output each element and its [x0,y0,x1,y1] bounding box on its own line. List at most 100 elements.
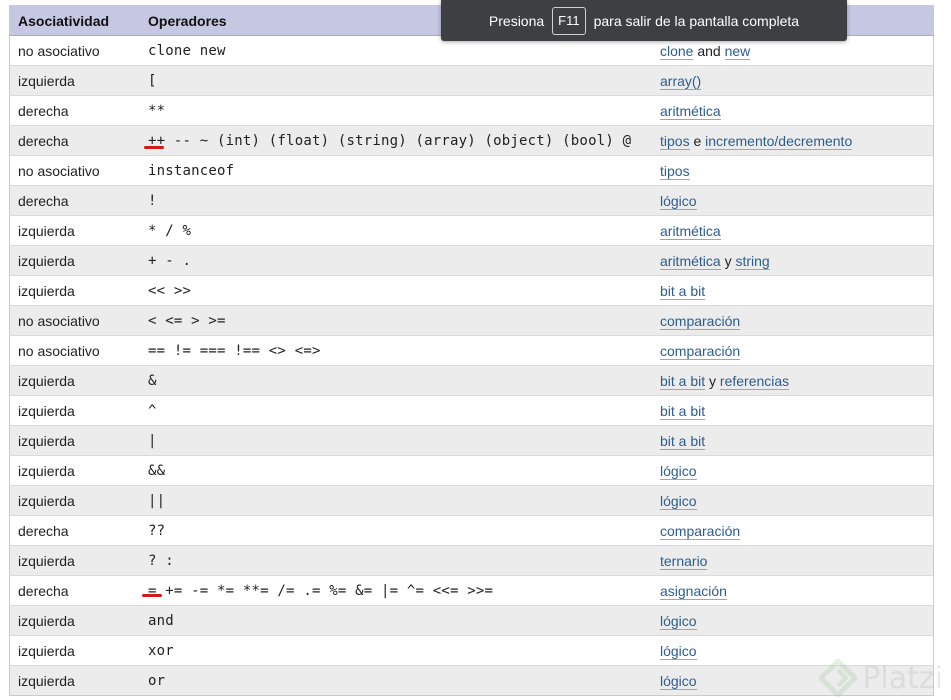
operators-cell: ?? [140,515,652,546]
platzi-logo-icon [818,658,858,698]
additional-info-cell: tipos [652,155,934,186]
associativity-cell: izquierda [9,635,140,666]
doc-link[interactable]: comparación [660,312,741,330]
table-row: izquierda[array() [9,65,934,96]
fullscreen-exit-banner: Presiona F11 para salir de la pantalla c… [441,0,847,41]
table-row: izquierda xor lógico [9,635,934,666]
doc-link[interactable]: aritmética [660,102,721,120]
page: Asociatividad Operadores Información adi… [0,0,951,700]
header-associativity: Asociatividad [9,5,140,36]
additional-info-cell: bit a bit [652,395,934,426]
doc-link[interactable]: lógico [660,462,697,480]
additional-info-cell: bit a bit y referencias [652,365,934,396]
table-row: derecha! lógico [9,185,934,216]
doc-link[interactable]: bit a bit [660,282,706,300]
associativity-cell: derecha [9,575,140,606]
table-row: derecha ++ -- ~ (int) (float) (string) (a… [9,125,934,156]
additional-info-cell: aritmética [652,95,934,126]
table-row: izquierda << >> bit a bit [9,275,934,306]
associativity-cell: izquierda [9,665,140,696]
associativity-cell: izquierda [9,425,140,456]
doc-link[interactable]: comparación [660,342,741,360]
additional-info-cell: lógico [652,605,934,636]
banner-prefix: Presiona [488,12,545,29]
operators-cell: instanceof [140,155,652,186]
doc-link[interactable]: asignación [660,582,727,600]
doc-link[interactable]: string [735,252,770,270]
additional-info-cell: bit a bit [652,425,934,456]
associativity-cell: izquierda [9,245,140,276]
annotation-underline-increment [144,146,164,149]
table-row: izquierda? : ternario [9,545,934,576]
doc-link[interactable]: bit a bit [660,432,706,450]
table-row: izquierda || lógico [9,485,934,516]
annotation-underline-assignment [142,594,162,597]
doc-link[interactable]: incremento/decremento [705,132,853,150]
f11-key-badge: F11 [552,6,586,35]
doc-link[interactable]: referencias [719,372,790,390]
operators-cell: and [140,605,652,636]
info-separator: y [720,252,736,269]
doc-link[interactable]: comparación [660,522,741,540]
operators-cell: ! [140,185,652,216]
operators-cell: = += -= *= **= /= .= %= &= |= ^= <<= >>= [140,575,652,606]
operators-cell: or [140,665,652,696]
table-row: izquierda + - . aritmética y string [9,245,934,276]
associativity-cell: no asociativo [9,305,140,336]
additional-info-cell: comparación [652,305,934,336]
table-row: izquierda && lógico [9,455,934,486]
operators-cell: + - . [140,245,652,276]
table-row: derecha?? comparación [9,515,934,546]
additional-info-cell: lógico [652,185,934,216]
additional-info-cell: aritmética [652,215,934,246]
additional-info-cell: comparación [652,335,934,366]
operators-cell: == != === !== <> <=> [140,335,652,366]
doc-link[interactable]: tipos [660,132,690,150]
table-row: izquierda ^ bit a bit [9,395,934,426]
table-row: izquierda * / % aritmética [9,215,934,246]
operator-precedence-table: Asociatividad Operadores Información adi… [9,5,934,696]
doc-link[interactable]: new [724,42,751,60]
additional-info-cell: comparación [652,515,934,546]
doc-link[interactable]: lógico [660,672,697,690]
banner-suffix: para salir de la pantalla completa [593,12,800,29]
associativity-cell: izquierda [9,545,140,576]
operators-cell: ? : [140,545,652,576]
operators-cell: && [140,455,652,486]
associativity-cell: izquierda [9,215,140,246]
doc-link[interactable]: bit a bit [660,402,706,420]
doc-link[interactable]: ternario [660,552,708,570]
operators-cell: [ [140,65,652,96]
associativity-cell: izquierda [9,365,140,396]
operators-cell: < <= > >= [140,305,652,336]
additional-info-cell: asignación [652,575,934,606]
associativity-cell: izquierda [9,275,140,306]
additional-info-cell: lógico [652,485,934,516]
additional-info-cell: bit a bit [652,275,934,306]
associativity-cell: derecha [9,515,140,546]
operators-cell: ^ [140,395,652,426]
table-row: derecha ** aritmética [9,95,934,126]
doc-link[interactable]: bit a bit [660,372,706,390]
table-row: no asociativo == != === !== <> <=> compara… [9,335,934,366]
additional-info-cell: tipos e incremento/decremento [652,125,934,156]
doc-link[interactable]: tipos [660,162,690,180]
doc-link[interactable]: aritmética [660,222,721,240]
doc-link[interactable]: lógico [660,492,697,510]
doc-link[interactable]: lógico [660,612,697,630]
associativity-cell: no asociativo [9,335,140,366]
doc-link[interactable]: lógico [660,192,697,210]
doc-link[interactable]: aritmética [660,252,721,270]
additional-info-cell: array() [652,65,934,96]
doc-link[interactable]: array() [660,72,702,90]
table-row: izquierda & bit a bit y referencias [9,365,934,396]
watermark-text: Platzi [862,660,943,696]
operators-cell: ++ -- ~ (int) (float) (string) (array) (… [140,125,652,156]
associativity-cell: izquierda [9,455,140,486]
associativity-cell: izquierda [9,605,140,636]
doc-link[interactable]: clone [660,42,694,60]
platzi-watermark: Platzi [818,658,943,698]
additional-info-cell: aritmética y string [652,245,934,276]
doc-link[interactable]: lógico [660,642,697,660]
table-row: izquierda | bit a bit [9,425,934,456]
